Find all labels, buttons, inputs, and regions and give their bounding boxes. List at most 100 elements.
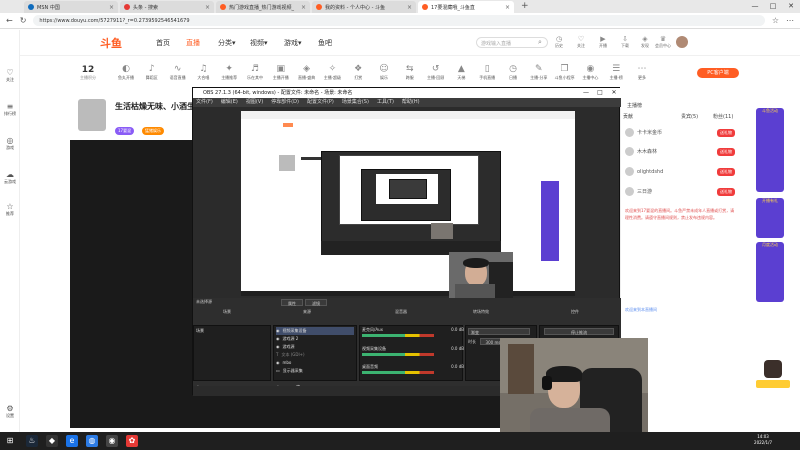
- browser-tab[interactable]: 头条 - 搜索 ×: [120, 1, 214, 13]
- category-item[interactable]: ◷ 日播: [501, 63, 525, 81]
- category-item[interactable]: ↺ 主播·回顾: [424, 63, 448, 81]
- menu-file[interactable]: 文件(F): [196, 98, 213, 107]
- tab-close-icon[interactable]: ×: [301, 4, 306, 11]
- user-avatar[interactable]: [676, 36, 688, 48]
- tab-close-icon[interactable]: ×: [205, 4, 210, 11]
- eye-icon[interactable]: ◉: [276, 327, 280, 335]
- nav-item[interactable]: 游戏▾: [284, 38, 302, 48]
- source-item[interactable]: ◉ 游戏源 2: [276, 335, 354, 343]
- earth-icon[interactable]: ◍: [86, 435, 98, 447]
- douyu-icon[interactable]: ✿: [126, 435, 138, 447]
- header-action[interactable]: ◷ 历史: [550, 35, 568, 49]
- steam-icon[interactable]: ♨: [26, 435, 38, 447]
- close-button[interactable]: ✕: [782, 0, 800, 13]
- obs-preview[interactable]: [241, 111, 575, 296]
- monitor-icon[interactable]: ▭: [276, 367, 280, 375]
- douyu-logo[interactable]: 斗鱼: [100, 35, 122, 51]
- edge-icon[interactable]: e: [66, 435, 78, 447]
- windows-icon[interactable]: ⊞: [4, 435, 16, 447]
- menu-view[interactable]: 视图(V): [246, 98, 263, 107]
- star-icon[interactable]: ☆: [772, 16, 779, 25]
- obs-maximize-button[interactable]: □: [593, 88, 607, 98]
- properties-button[interactable]: 属性: [281, 299, 303, 306]
- pc-client-button[interactable]: PC客户端: [697, 68, 739, 78]
- nav-item[interactable]: 视频▾: [250, 38, 268, 48]
- browser-tab[interactable]: 17要混藏哦_斗鱼直 ×: [418, 1, 514, 13]
- gift-button[interactable]: 送礼物: [717, 187, 735, 196]
- category-item[interactable]: ◉ 主播中心: [578, 63, 602, 81]
- tab-vip[interactable]: 贵宾(5): [681, 113, 698, 120]
- category-item[interactable]: ▣ 主播开播: [269, 63, 293, 81]
- category-item[interactable]: ◈ 直播·盛典: [295, 63, 319, 81]
- room-tag[interactable]: 17要混: [115, 127, 135, 135]
- category-item[interactable]: ⇆ 跨服: [398, 63, 422, 81]
- nav-item[interactable]: 分类▾: [218, 38, 236, 48]
- tab-close-icon[interactable]: ×: [407, 4, 412, 11]
- nav-item[interactable]: 鱼吧: [318, 38, 332, 48]
- category-item[interactable]: ♬ 乐在其中: [243, 63, 267, 81]
- tab-anchor-rank[interactable]: 主播榜: [627, 102, 642, 109]
- preview-webcam-source[interactable]: [449, 252, 513, 300]
- sidebar-item[interactable]: ☆ 推荐: [0, 202, 20, 217]
- tab-close-icon[interactable]: ×: [505, 4, 510, 11]
- game-pad-icon[interactable]: ◆: [46, 435, 58, 447]
- back-icon[interactable]: ←: [6, 16, 13, 25]
- volume-meter[interactable]: [362, 353, 434, 356]
- category-item[interactable]: ❖ 打赏: [346, 63, 370, 81]
- new-tab-button[interactable]: +: [521, 0, 529, 13]
- menu-tools[interactable]: 工具(T): [377, 98, 394, 107]
- mascot-icon[interactable]: [756, 360, 790, 390]
- menu-edit[interactable]: 编辑(E): [221, 98, 238, 107]
- category-item[interactable]: ✎ 主播·分享: [527, 63, 551, 81]
- gift-button[interactable]: 送礼物: [717, 147, 735, 156]
- streamer-avatar[interactable]: [78, 99, 106, 131]
- gift-button[interactable]: 送礼物: [717, 128, 735, 137]
- category-item[interactable]: ☺ 娱乐: [372, 63, 396, 81]
- eye-icon[interactable]: ◉: [276, 335, 280, 343]
- obs-close-button[interactable]: ✕: [607, 88, 621, 98]
- maximize-button[interactable]: □: [764, 0, 782, 13]
- text-icon[interactable]: T: [276, 351, 278, 359]
- header-action[interactable]: ◈ 发现: [636, 35, 654, 49]
- browser-tab[interactable]: 热门游戏直播_热门游戏视频_ ×: [216, 1, 310, 13]
- category-item[interactable]: ❐ 斗鱼小程序: [553, 63, 577, 81]
- room-tag[interactable]: 猛猪娱乐: [142, 127, 164, 135]
- source-item[interactable]: ▭ 显示器采集: [276, 367, 354, 375]
- stop-streaming-button[interactable]: 停止推流: [544, 328, 614, 335]
- source-item[interactable]: ◉ 游戏源: [276, 343, 354, 351]
- header-action[interactable]: ♛ 会员中心: [654, 35, 672, 49]
- category-item[interactable]: ▲ 天梯: [449, 63, 473, 81]
- header-action[interactable]: ♡ 关注: [572, 35, 590, 49]
- menu-scene-collection[interactable]: 场景集合(S): [342, 98, 369, 107]
- source-item[interactable]: T 文本 (GDI+): [276, 351, 354, 359]
- volume-meter[interactable]: [362, 371, 434, 374]
- eye-icon[interactable]: ◉: [276, 359, 280, 367]
- browser-tab[interactable]: 我的资料 - 个人中心 - 斗鱼 ×: [312, 1, 416, 13]
- category-item[interactable]: ▯ 手机直播: [475, 63, 499, 81]
- category-item[interactable]: ✦ 主播推荐: [217, 63, 241, 81]
- filters-button[interactable]: 滤镜: [305, 299, 327, 306]
- browser-tab[interactable]: MSN 中国 ×: [24, 1, 118, 13]
- category-item[interactable]: ∿ 语音直播: [166, 63, 190, 81]
- source-item[interactable]: ◉ 视频采集设备: [276, 327, 354, 335]
- search-icon[interactable]: ⌕: [538, 38, 542, 47]
- sidebar-item[interactable]: ☁ 云游戏: [0, 170, 20, 185]
- menu-profile[interactable]: 配置文件(P): [307, 98, 334, 107]
- header-action[interactable]: ▶ 开播: [594, 35, 612, 49]
- volume-meter[interactable]: [362, 334, 434, 337]
- url-field[interactable]: https://www.douyu.com/5727911?_r=0.27395…: [33, 15, 765, 26]
- menu-help[interactable]: 帮助(H): [402, 98, 420, 107]
- transition-select[interactable]: 渐变: [468, 328, 530, 335]
- category-item[interactable]: ♪ 舞蹈区: [140, 63, 164, 81]
- menu-docks[interactable]: 停靠部件(D): [271, 98, 299, 107]
- obs-icon[interactable]: ◉: [106, 435, 118, 447]
- category-item[interactable]: ☰ 主播·榜: [604, 63, 628, 81]
- promo-banner[interactable]: 月度活动: [756, 242, 784, 302]
- tab-close-icon[interactable]: ×: [109, 4, 114, 11]
- header-action[interactable]: ⇩ 下载: [616, 35, 634, 49]
- sidebar-item[interactable]: ♡ 关注: [0, 68, 20, 83]
- category-item[interactable]: ⋯ 更多: [630, 63, 654, 81]
- category-item[interactable]: ♫ 大合唱: [191, 63, 215, 81]
- promo-banner[interactable]: 开播有礼: [756, 198, 784, 238]
- sidebar-item[interactable]: ⚙ 设置: [0, 404, 20, 419]
